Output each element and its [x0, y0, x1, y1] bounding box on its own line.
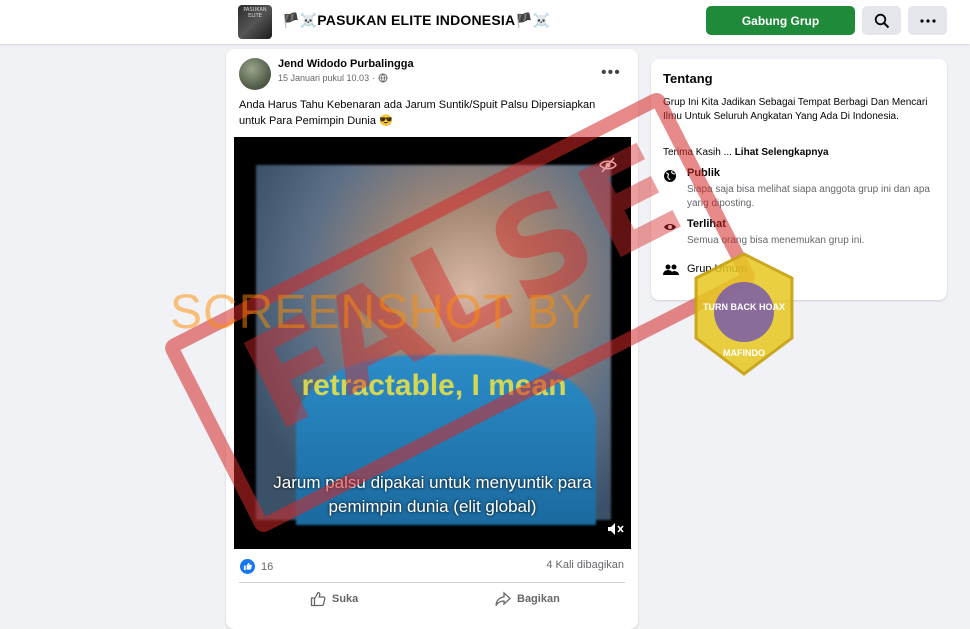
share-count[interactable]: 4 Kali dibagikan	[546, 559, 624, 571]
globe-icon	[378, 73, 388, 83]
post-meta: 15 Januari pukul 10.03 ·	[278, 73, 388, 83]
avatar[interactable]	[239, 58, 271, 90]
share-icon	[495, 591, 511, 606]
post-date[interactable]: 15 Januari pukul 10.03	[278, 73, 369, 83]
join-group-button[interactable]: Gabung Grup	[706, 6, 855, 35]
volume-muted-icon[interactable]	[607, 522, 625, 536]
post-author[interactable]: Jend Widodo Purbalingga	[278, 58, 414, 70]
public-description: Siapa saja bisa melihat siapa anggota gr…	[687, 184, 930, 209]
reactions-count: 16	[261, 560, 274, 573]
reactions-summary[interactable]: 16	[240, 559, 273, 574]
like-label: Suka	[332, 593, 359, 605]
share-label: Bagikan	[517, 593, 560, 605]
post-text: Anda Harus Tahu Kebenaran ada Jarum Sunt…	[239, 99, 596, 127]
about-description: Grup Ini Kita Jadikan Sebagai Tempat Ber…	[663, 97, 928, 122]
more-options-button[interactable]	[908, 6, 947, 35]
divider	[239, 582, 625, 583]
top-bar: PASUKAN ELITE 🏴☠️PASUKAN ELITE INDONESIA…	[0, 0, 970, 44]
badge-footer-text: MAFINDO	[723, 348, 765, 358]
search-button[interactable]	[862, 6, 901, 35]
turnbackhoax-badge: TURN BACK HOAX MAFINDO	[694, 252, 794, 376]
like-button[interactable]: Suka	[310, 591, 358, 607]
group-thumbnail-text: PASUKAN ELITE	[243, 7, 267, 19]
badge-main-text: TURN BACK HOAX	[703, 302, 785, 312]
share-button[interactable]: Bagikan	[495, 591, 560, 607]
screenshot-watermark: SCREENSHOT BY	[170, 286, 593, 339]
like-reaction-icon	[240, 559, 255, 574]
group-thumbnail[interactable]: PASUKAN ELITE	[238, 5, 272, 39]
thumbs-up-icon	[310, 591, 326, 607]
meta-separator: ·	[372, 73, 376, 83]
about-title: Tentang	[663, 71, 713, 86]
group-name[interactable]: 🏴☠️PASUKAN ELITE INDONESIA🏴☠️	[282, 12, 551, 29]
more-horizontal-icon	[919, 18, 936, 23]
post-more-icon[interactable]: •••	[601, 64, 621, 82]
search-icon	[874, 13, 889, 28]
see-more-link[interactable]: Lihat Selengkapnya	[735, 147, 829, 158]
